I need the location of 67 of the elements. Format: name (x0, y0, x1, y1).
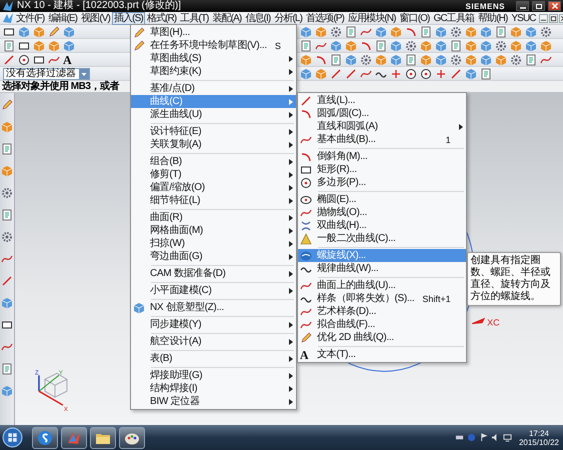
menu-bar-item[interactable]: 分析(L) (272, 12, 304, 24)
menu-item[interactable]: CAM 数据准备(D) (131, 267, 296, 280)
menu-bar-item[interactable]: 格式(R) (144, 12, 178, 24)
menu-bar-item[interactable]: 插入(S) (112, 12, 145, 24)
menu-item[interactable]: BIW 定位器 (131, 395, 296, 408)
menu-item[interactable]: 结构焊接(I) (131, 382, 296, 395)
menu-item[interactable]: 曲面(R) (131, 211, 296, 224)
menu-item[interactable]: NX 创意塑型(Z)... (131, 301, 296, 314)
menu-item[interactable]: 基准/点(D) (131, 82, 296, 95)
menu-item[interactable]: 多边形(P)... (298, 176, 466, 189)
menu-item[interactable]: 优化 2D 曲线(Q)... (298, 331, 466, 344)
menu-item[interactable]: 直线(L)... (298, 94, 466, 107)
menu-item[interactable]: 在任务环境中绘制草图(V)... S (131, 39, 296, 52)
menu-bar-item[interactable]: 帮助(H) (476, 12, 510, 24)
window-title: NX 10 - 建模 - [1022003.prt (修改的)] (17, 0, 182, 12)
menu-item[interactable]: 设计特征(E) (131, 125, 296, 138)
menu-item[interactable]: 网格曲面(M) (131, 224, 296, 237)
menu-bar-item[interactable]: 窗口(O) (398, 12, 432, 24)
menu-bar-item[interactable]: 文件(F) (14, 12, 46, 24)
menu-item[interactable]: 修剪(T) (131, 168, 296, 181)
menu-item[interactable]: 航空设计(A) (131, 335, 296, 348)
menu-item[interactable]: 焊接助理(G) (131, 369, 296, 382)
tooltip: 创建具有指定圈数、螺距、半径或直径、旋转方向及方位的螺旋线。 (466, 252, 561, 306)
menu-bar-item[interactable]: GC工具箱 (432, 12, 476, 24)
menu-item[interactable]: 艺术样条(D)... (298, 305, 466, 318)
menu-bar-item[interactable]: 工具(T) (178, 12, 210, 24)
menu-item[interactable]: 抛物线(O)... (298, 206, 466, 219)
menu-item[interactable]: 组合(B) (131, 155, 296, 168)
menu-item[interactable]: 派生曲线(U) (131, 108, 296, 121)
menu-item[interactable]: 曲面上的曲线(U)... (298, 279, 466, 292)
menu-item[interactable]: 表(B) (131, 352, 296, 365)
menu-item[interactable]: 细节特征(L) (131, 194, 296, 207)
menu-item[interactable]: 圆弧/圆(C)... (298, 107, 466, 120)
menu-bar-item[interactable]: 视图(V) (79, 12, 112, 24)
menu-item[interactable]: 扫掠(W) (131, 237, 296, 250)
menu-bar-item[interactable]: 装配(A) (210, 12, 244, 24)
menu-item[interactable]: 草图(H)... (131, 26, 296, 39)
menu-item[interactable]: 小平面建模(C) (131, 284, 296, 297)
clock[interactable]: 17:24 2015/10/22 (518, 428, 559, 446)
axis-label: XC (487, 318, 500, 328)
menu-item[interactable]: 双曲线(H)... (298, 219, 466, 232)
status-text: 选择对象并使用 MB3，或者 (2, 81, 119, 92)
text-tool-icon[interactable]: A (63, 54, 72, 66)
menu-item[interactable]: 弯边曲面(G) (131, 250, 296, 263)
menu-item[interactable]: 一般二次曲线(C)... (298, 232, 466, 245)
menu-bar-item[interactable]: 信息(I) (243, 12, 272, 24)
menu-item[interactable]: A 文本(T)... (298, 348, 466, 361)
menu-item[interactable]: 规律曲线(W)... (298, 262, 466, 275)
selection-filter-dropdown[interactable]: 没有选择过滤器 (3, 68, 90, 80)
menu-bar-item[interactable]: 首选项(P) (304, 12, 346, 24)
menu-item[interactable]: 拟合曲线(F)... (298, 318, 466, 331)
menu-item[interactable]: 样条（即将失效）(S)... Shift+1 (298, 292, 466, 305)
menu-item[interactable]: 矩形(R)... (298, 163, 466, 176)
menu-item[interactable]: 草图约束(K) (131, 65, 296, 78)
menu-item[interactable]: 草图曲线(S) (131, 52, 296, 65)
menu-bar-item[interactable]: 应用模块(N) (346, 12, 398, 24)
menu-bar-item[interactable]: YSUC (509, 12, 538, 24)
menu-item[interactable]: 偏置/缩放(O) (131, 181, 296, 194)
brand-label: SIEMENS (465, 2, 505, 10)
menu-item[interactable]: 同步建模(Y) (131, 318, 296, 331)
menu-item[interactable]: 椭圆(E)... (298, 193, 466, 206)
menu-bar-item[interactable]: 编辑(E) (46, 12, 80, 24)
menu-item[interactable]: 基本曲线(B)... 1 (298, 133, 466, 146)
text-icon: A (300, 348, 309, 360)
menu-item[interactable]: 倒斜角(M)... (298, 150, 466, 163)
menu-item[interactable]: 直线和圆弧(A) (298, 120, 466, 133)
menu-item[interactable]: 关联复制(A) (131, 138, 296, 151)
